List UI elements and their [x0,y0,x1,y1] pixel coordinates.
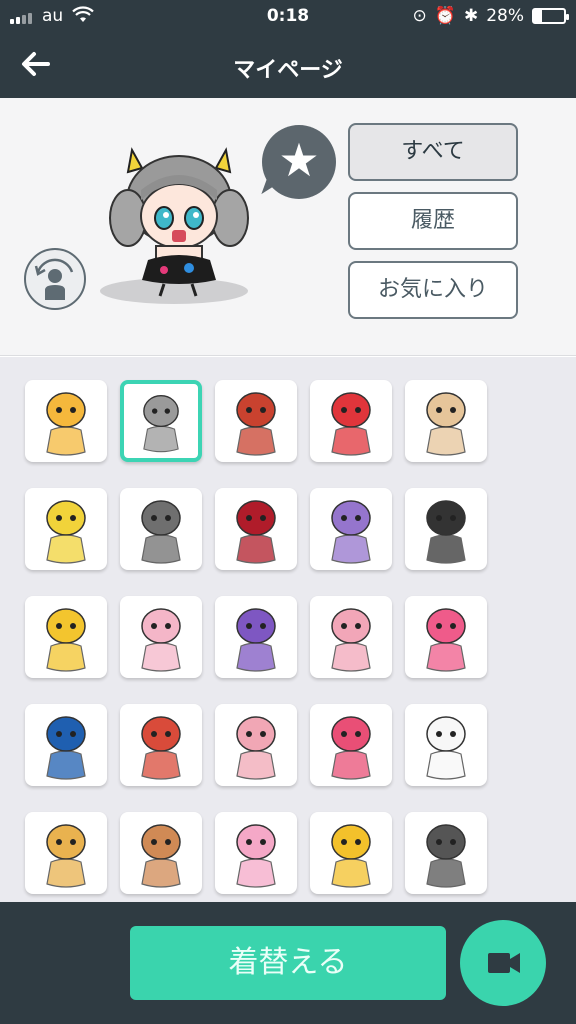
alarm-icon: ⏰ [434,6,456,26]
stamp-illustration [141,608,181,672]
video-camera-icon [488,953,520,973]
favorite-button[interactable]: ★ [262,125,336,199]
page-title: マイページ [233,58,343,83]
costume-stamp-cat-girl-seabream[interactable] [120,704,202,786]
stamp-illustration [426,824,466,888]
costume-stamp-red-daruma-chick[interactable] [310,380,392,462]
status-bar: au 0:18 ⊙ ⏰ ✱ 28% [0,0,576,34]
filter-history-button[interactable]: 履歴 [348,192,518,250]
stamp-illustration [236,716,276,780]
stamp-illustration [331,392,371,456]
avatar [104,138,264,308]
costume-stamp-white-cat-sign[interactable] [405,704,487,786]
star-icon: ★ [278,133,320,187]
costume-stamp-tempura-chick[interactable] [25,380,107,462]
costume-stamp-card-character[interactable] [405,812,487,894]
costume-stamp-umbrella-girl[interactable] [215,488,297,570]
stamp-illustration [141,500,181,564]
costume-stamp-cat-girl-heart[interactable] [310,704,392,786]
costume-stamp-fox-girl[interactable] [120,812,202,894]
stamp-illustration [141,716,181,780]
bluetooth-icon: ✱ [463,6,479,26]
costume-stamp-kimono-girl-longhair[interactable] [310,488,392,570]
stamp-illustration [46,500,86,564]
filter-all-button[interactable]: すべて [348,123,518,181]
stamp-illustration [236,608,276,672]
costume-stamp-cat-girl-yellow-kimono[interactable] [310,812,392,894]
costume-grid [0,357,576,902]
battery-icon [532,8,569,24]
battery-percent: 28% [486,6,524,26]
costume-stamp-gray-hair-cat-ear-girl[interactable] [120,380,202,462]
stamp-illustration [331,824,371,888]
nav-bar: マイページ [0,34,576,98]
costume-stamp-cat-girl-board[interactable] [215,704,297,786]
rotation-lock-icon: ⊙ [412,6,427,26]
costume-stamp-shinigami[interactable] [120,488,202,570]
stamp-illustration [236,824,276,888]
stamp-illustration [143,395,179,453]
stamp-illustration [46,824,86,888]
stamp-illustration [236,500,276,564]
stamp-illustration [331,716,371,780]
video-button[interactable] [460,920,546,1006]
stamp-illustration [46,716,86,780]
costume-stamp-baseball-boy[interactable] [25,704,107,786]
stamp-illustration [426,608,466,672]
costume-stamp-banner-boy[interactable] [215,596,297,678]
stamp-illustration [236,392,276,456]
reset-avatar-button[interactable] [24,248,86,310]
costume-stamp-cap-girl[interactable] [405,596,487,678]
costume-stamp-cat-girl-sign[interactable] [120,596,202,678]
bottom-bar: 着替える [0,902,576,1024]
filter-favorites-button[interactable]: お気に入り [348,261,518,319]
costume-stamp-cat-girl-cherry[interactable] [310,596,392,678]
costume-stamp-piyo-chick-green[interactable] [25,488,107,570]
stamp-illustration [426,500,466,564]
stamp-illustration [331,500,371,564]
costume-stamp-calico-cat[interactable] [405,380,487,462]
change-clothes-button[interactable]: 着替える [130,926,446,1000]
costume-stamp-cat-girl-scroll[interactable] [25,812,107,894]
costume-stamp-yellow-robot[interactable] [25,596,107,678]
stamp-illustration [331,608,371,672]
stamp-illustration [46,392,86,456]
stamp-illustration [426,392,466,456]
costume-stamp-black-hair-girl[interactable] [405,488,487,570]
costume-stamp-pink-cat-girl[interactable] [215,812,297,894]
costume-stamp-piyo-badge[interactable] [215,380,297,462]
rotate-person-icon [34,258,74,300]
stamp-illustration [141,824,181,888]
stamp-illustration [426,716,466,780]
stamp-illustration [46,608,86,672]
